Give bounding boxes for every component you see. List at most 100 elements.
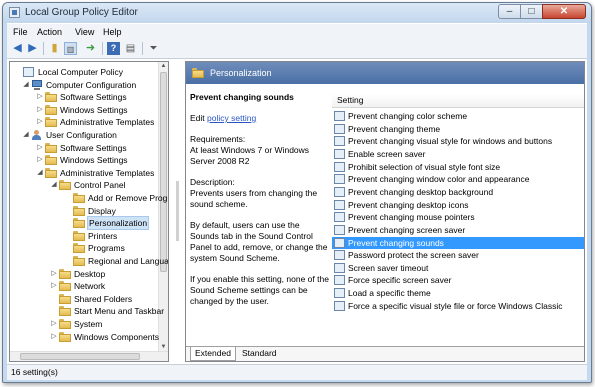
tree-item[interactable]: ◢ Computer Configuration: [10, 79, 160, 91]
show-hide-tree-icon[interactable]: ▥: [64, 42, 77, 55]
tree-item[interactable]: Programs: [10, 242, 160, 254]
tree-item[interactable]: Add or Remove Programs: [10, 192, 168, 204]
tree-item-label: User Configuration: [46, 130, 117, 140]
expand-icon[interactable]: ▷: [50, 268, 58, 280]
tab-extended[interactable]: Extended: [190, 347, 236, 361]
tree-item[interactable]: ▷ Software Settings: [10, 142, 160, 154]
folder-icon: [59, 281, 71, 292]
properties-icon[interactable]: ▤: [124, 42, 137, 55]
tree-item[interactable]: Regional and Language: [10, 255, 168, 267]
tree-item-label: Regional and Language: [88, 256, 169, 266]
setting-row[interactable]: Load a specific theme: [332, 287, 584, 299]
setting-name: Enable screen saver: [348, 148, 426, 159]
policy-setting-icon: [334, 262, 345, 273]
tree-item[interactable]: ◢ User Configuration: [10, 129, 160, 141]
tree-item-label: Personalization: [86, 216, 150, 231]
tree-item[interactable]: Start Menu and Taskbar: [10, 305, 164, 317]
expand-icon[interactable]: ▷: [50, 331, 58, 343]
tree-hscroll-thumb[interactable]: [20, 353, 140, 360]
expand-icon[interactable]: ▷: [50, 318, 58, 330]
setting-name: Prevent changing desktop background: [348, 186, 494, 197]
help-icon[interactable]: ?: [107, 42, 120, 55]
tree-item[interactable]: ▷ System: [10, 318, 160, 330]
tree-item-label: Administrative Templates: [60, 167, 155, 178]
expand-icon[interactable]: ▷: [36, 91, 44, 103]
policy-setting-icon: [334, 300, 345, 311]
menu-view[interactable]: View: [75, 27, 94, 37]
setting-row[interactable]: Prevent changing sounds: [332, 236, 584, 249]
toolbar-separator: [43, 42, 44, 55]
description-text: Prevents users from changing the sound s…: [190, 188, 318, 209]
pane-splitter[interactable]: [170, 59, 184, 364]
setting-row[interactable]: Enable screen saver: [332, 148, 584, 160]
collapse-icon[interactable]: ◢: [50, 179, 58, 191]
setting-row[interactable]: Password protect the screen saver: [332, 249, 584, 261]
expand-icon[interactable]: ▷: [50, 280, 58, 292]
menu-file[interactable]: File: [13, 27, 28, 37]
tree-item[interactable]: Printers: [10, 230, 160, 242]
setting-name: Prevent changing color scheme: [348, 111, 468, 121]
forward-icon[interactable]: ▶: [26, 42, 39, 55]
setting-row[interactable]: Prevent changing window color and appear…: [332, 173, 584, 185]
tree-item[interactable]: ◢ Administrative Templates: [10, 167, 160, 179]
back-icon[interactable]: ◀: [11, 42, 24, 55]
setting-row[interactable]: Force specific screen saver: [332, 274, 584, 286]
expand-icon[interactable]: ▷: [36, 116, 44, 128]
maximize-button[interactable]: □: [520, 4, 543, 19]
tree-item[interactable]: Display: [10, 205, 160, 217]
app-window: Local Group Policy Editor – □ ✕ File Act…: [2, 2, 592, 383]
tree-item[interactable]: ▷ Windows Settings: [10, 154, 160, 166]
setting-row[interactable]: Force a specific visual style file or fo…: [332, 300, 584, 312]
details-pane: Personalization Prevent changing sounds …: [185, 61, 585, 362]
setting-name: Prevent changing window color and appear…: [348, 174, 530, 185]
details-header: Personalization: [186, 62, 584, 84]
main-content: ▲ ▼ Local Computer Policy ◢ Computer Confi…: [7, 59, 587, 364]
tree-item[interactable]: ◢ Control Panel: [10, 179, 160, 191]
setting-row[interactable]: Prevent changing visual style for window…: [332, 135, 584, 147]
tree-item-label: Add or Remove Programs: [88, 193, 168, 203]
collapse-icon[interactable]: ◢: [36, 167, 44, 179]
tree-item[interactable]: ▷ Desktop: [10, 268, 160, 280]
setting-row[interactable]: Prevent changing theme: [332, 123, 584, 135]
tree-item-label: Printers: [88, 230, 118, 241]
menu-action[interactable]: Action: [37, 27, 62, 37]
export-icon[interactable]: ➜: [84, 42, 97, 55]
setting-row[interactable]: Prevent changing mouse pointers: [332, 211, 584, 223]
collapse-icon[interactable]: ◢: [22, 129, 30, 141]
setting-column-header[interactable]: Setting: [332, 94, 584, 108]
expand-icon[interactable]: ▷: [36, 154, 44, 166]
tree-item[interactable]: ▷ Network: [10, 280, 160, 292]
up-icon[interactable]: ▮: [48, 42, 61, 55]
setting-row[interactable]: Prevent changing screen saver: [332, 224, 584, 236]
policy-setting-link[interactable]: policy setting: [207, 113, 256, 123]
tree-item-label: Control Panel: [74, 180, 126, 191]
tree-item[interactable]: ▷ Software Settings: [10, 91, 160, 103]
tree-item[interactable]: ▷ Windows Settings: [10, 104, 160, 116]
tree-item[interactable]: Local Computer Policy: [10, 66, 160, 78]
minimize-button[interactable]: –: [498, 4, 521, 19]
view-tabs: Extended Standard: [186, 346, 584, 361]
filter-icon[interactable]: ⏷: [147, 42, 160, 55]
menu-help[interactable]: Help: [103, 27, 122, 37]
scroll-up-icon[interactable]: ▲: [159, 62, 168, 71]
policy-setting-icon: [334, 288, 345, 299]
setting-row[interactable]: Prevent changing desktop icons: [332, 199, 584, 211]
expand-icon[interactable]: ▷: [36, 142, 44, 154]
setting-row[interactable]: Screen saver timeout: [332, 262, 584, 274]
setting-row[interactable]: Prevent changing desktop background: [332, 186, 584, 198]
expand-icon[interactable]: ▷: [36, 104, 44, 116]
tab-standard[interactable]: Standard: [238, 347, 281, 360]
folder-icon: [73, 230, 85, 241]
tree-item[interactable]: Shared Folders: [10, 293, 160, 305]
collapse-icon[interactable]: ◢: [22, 79, 30, 91]
folder-icon: [73, 205, 85, 216]
tree-scroll-thumb[interactable]: [160, 72, 167, 272]
setting-row[interactable]: Prevent changing color scheme: [332, 110, 584, 122]
tree-item[interactable]: Personalization: [10, 216, 160, 231]
tree-horizontal-scrollbar[interactable]: [10, 351, 168, 361]
title-bar[interactable]: Local Group Policy Editor – □ ✕: [3, 3, 591, 23]
setting-row[interactable]: Prohibit selection of visual style font …: [332, 161, 584, 173]
close-button[interactable]: ✕: [542, 4, 586, 19]
tree-item[interactable]: ▷ Windows Components: [10, 331, 160, 343]
tree-item[interactable]: ▷ Administrative Templates: [10, 116, 160, 128]
